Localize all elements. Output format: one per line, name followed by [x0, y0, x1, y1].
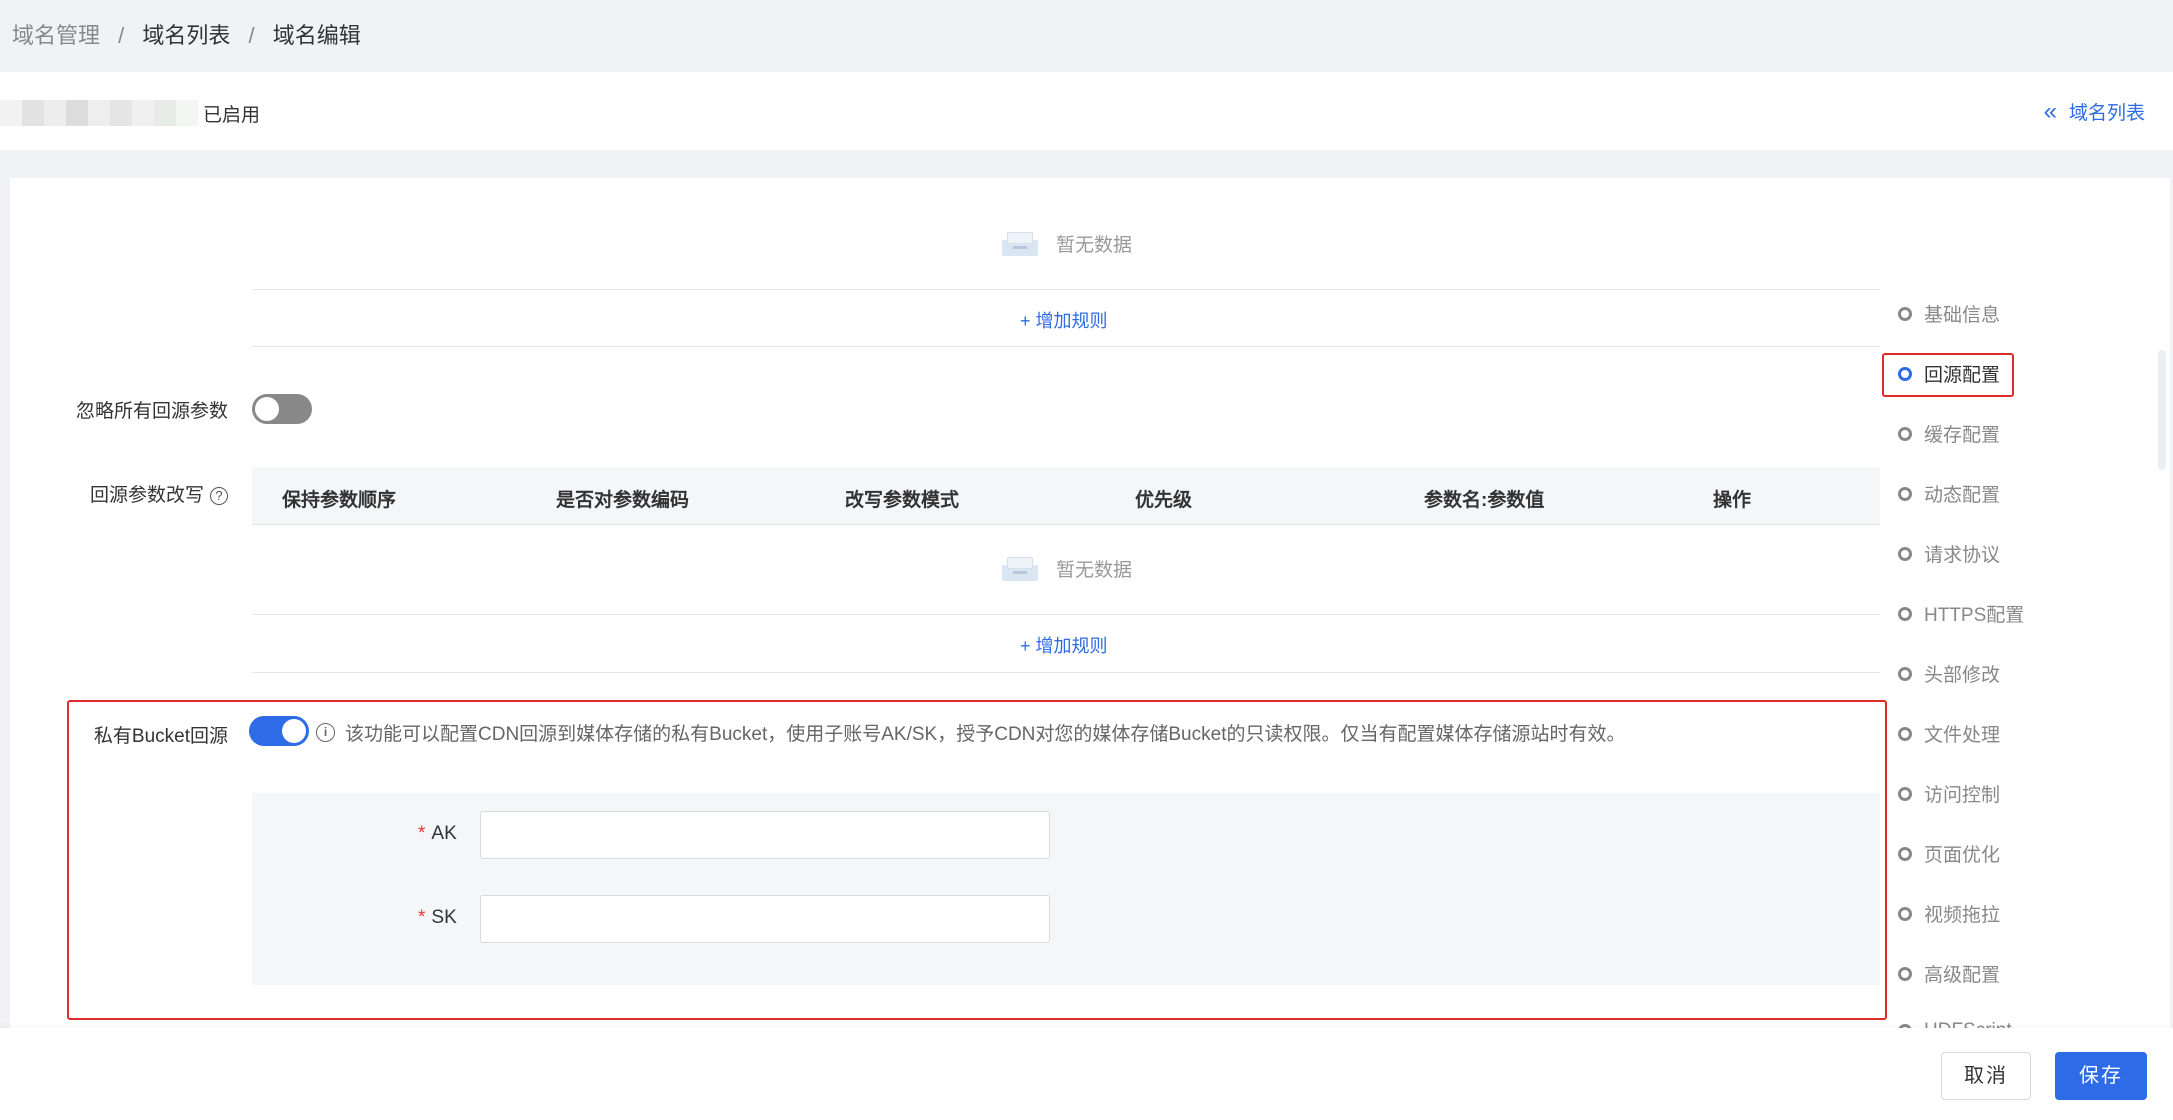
anchor-item-label: 缓存配置 — [1924, 425, 2001, 446]
info-circle-icon: i — [316, 723, 335, 742]
breadcrumb-domain-edit: 域名编辑 — [272, 23, 361, 48]
anchor-item-dynamic-config[interactable]: 动态配置 — [1898, 480, 2000, 507]
empty-state: 暂无数据 — [1002, 555, 1132, 582]
sk-label: * SK — [418, 907, 457, 929]
anchor-dot-icon — [1898, 966, 1912, 981]
param-rewrite-label: 回源参数改写? — [60, 480, 228, 507]
breadcrumb-domain-management[interactable]: 域名管理 — [12, 23, 100, 48]
anchor-dot-icon — [1898, 426, 1912, 441]
divider — [252, 346, 1880, 347]
anchor-item-file-processing[interactable]: 文件处理 — [1898, 720, 2000, 747]
column-header: 保持参数顺序 — [282, 490, 397, 511]
anchor-dot-icon — [1898, 606, 1912, 621]
private-bucket-label: 私有Bucket回源 — [93, 726, 228, 747]
anchor-item-access-control[interactable]: 访问控制 — [1898, 780, 2000, 807]
anchor-dot-icon — [1898, 726, 1912, 741]
column-header: 优先级 — [1135, 490, 1193, 511]
anchor-item-page-optimization[interactable]: 页面优化 — [1898, 840, 2000, 867]
anchor-dot-icon — [1898, 906, 1912, 921]
vertical-scrollbar[interactable] — [2158, 350, 2166, 470]
divider — [252, 614, 1880, 615]
active-anchor-highlight — [1882, 353, 2014, 397]
anchor-dot-icon — [1898, 786, 1912, 801]
anchor-item-label: 高级配置 — [1924, 965, 2001, 986]
param-rewrite-table-header: 保持参数顺序 是否对参数编码 改写参数模式 优先级 参数名:参数值 操作 — [252, 467, 1880, 525]
empty-box-icon — [1002, 556, 1038, 581]
ignore-params-label: 忽略所有回源参数 — [75, 401, 228, 422]
divider — [252, 289, 1880, 290]
required-mark: * — [418, 907, 426, 928]
anchor-item-header-modify[interactable]: 头部修改 — [1898, 660, 2000, 687]
sk-label-text: SK — [431, 907, 457, 928]
breadcrumb-separator: / — [118, 23, 125, 48]
redacted-domain-name — [0, 100, 198, 126]
anchor-item-label: 基础信息 — [1924, 305, 2001, 326]
add-rule-button[interactable]: + 增加规则 — [1020, 632, 1108, 658]
ak-label: * AK — [418, 823, 457, 845]
private-bucket-info-text: 该功能可以配置CDN回源到媒体存储的私有Bucket，使用子账号AK/SK，授予… — [345, 724, 1626, 745]
anchor-dot-icon — [1898, 846, 1912, 861]
back-to-domain-list-link[interactable]: « 域名列表 — [2044, 98, 2145, 125]
anchor-item-request-protocol[interactable]: 请求协议 — [1898, 540, 2000, 567]
breadcrumb-domain-list[interactable]: 域名列表 — [142, 23, 230, 48]
anchor-item-label: 页面优化 — [1924, 845, 2001, 866]
empty-state: 暂无数据 — [1002, 230, 1132, 257]
anchor-item-label: 视频拖拉 — [1924, 905, 2001, 926]
anchor-item-label: 文件处理 — [1924, 725, 2001, 746]
footer-action-bar — [0, 1028, 2173, 1120]
double-chevron-left-icon: « — [2043, 97, 2057, 125]
empty-text: 暂无数据 — [1056, 235, 1133, 256]
cancel-button[interactable]: 取消 — [1941, 1052, 2031, 1100]
domain-header-bar — [0, 72, 2173, 150]
anchor-item-video-drag[interactable]: 视频拖拉 — [1898, 900, 2000, 927]
question-circle-icon[interactable]: ? — [210, 487, 228, 505]
anchor-item-https-config[interactable]: HTTPS配置 — [1898, 600, 2024, 627]
save-button[interactable]: 保存 — [2055, 1052, 2147, 1100]
anchor-item-label: 动态配置 — [1924, 485, 2001, 506]
empty-box-icon — [1002, 231, 1038, 256]
domain-status: 已启用 — [203, 105, 261, 126]
anchor-dot-icon — [1898, 306, 1912, 321]
anchor-item-advanced-config[interactable]: 高级配置 — [1898, 960, 2000, 987]
breadcrumb-separator: / — [248, 23, 255, 48]
anchor-item-basic-info[interactable]: 基础信息 — [1898, 300, 2000, 327]
param-rewrite-label-text: 回源参数改写 — [89, 485, 204, 506]
private-bucket-toggle[interactable] — [249, 716, 309, 746]
ak-label-text: AK — [431, 823, 457, 844]
anchor-item-label: HTTPS配置 — [1924, 605, 2025, 626]
ignore-params-toggle[interactable] — [252, 394, 312, 424]
column-header: 改写参数模式 — [845, 490, 960, 511]
anchor-item-label: 请求协议 — [1924, 545, 2001, 566]
anchor-dot-icon — [1898, 666, 1912, 681]
column-header: 是否对参数编码 — [556, 490, 690, 511]
breadcrumb: 域名管理 / 域名列表 / 域名编辑 — [12, 18, 361, 50]
divider — [252, 672, 1880, 673]
required-mark: * — [418, 823, 426, 844]
anchor-item-label: 访问控制 — [1924, 785, 2001, 806]
sk-input[interactable] — [480, 895, 1050, 943]
back-link-label: 域名列表 — [2068, 103, 2145, 124]
ak-input[interactable] — [480, 811, 1050, 859]
anchor-dot-icon — [1898, 486, 1912, 501]
anchor-dot-icon — [1898, 546, 1912, 561]
private-bucket-info: i 该功能可以配置CDN回源到媒体存储的私有Bucket，使用子账号AK/SK，… — [316, 719, 1625, 746]
column-header: 参数名:参数值 — [1424, 490, 1545, 511]
add-rule-button[interactable]: + 增加规则 — [1020, 307, 1108, 333]
anchor-item-cache-config[interactable]: 缓存配置 — [1898, 420, 2000, 447]
empty-text: 暂无数据 — [1056, 560, 1133, 581]
column-header: 操作 — [1713, 490, 1752, 511]
anchor-item-label: 头部修改 — [1924, 665, 2001, 686]
